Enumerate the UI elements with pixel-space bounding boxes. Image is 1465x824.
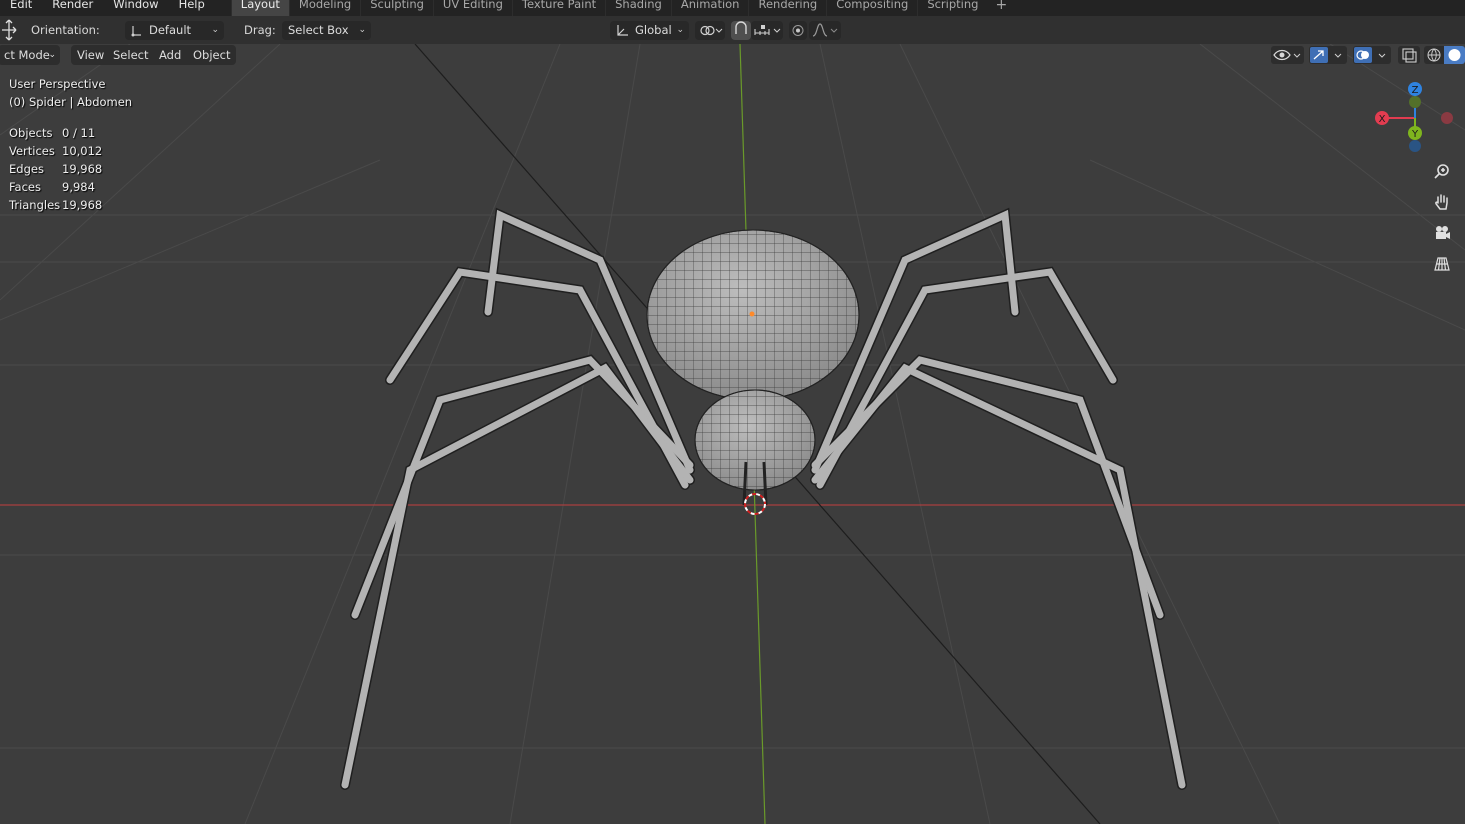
tab-uv-editing[interactable]: UV Editing [432, 0, 512, 16]
stat-row-vertices: Vertices 10,012 [9, 142, 102, 160]
active-object-label: (0) Spider | Abdomen [9, 95, 133, 109]
tab-rendering[interactable]: Rendering [748, 0, 826, 16]
transform-tool-icon[interactable] [1, 19, 19, 41]
stat-label: Edges [9, 162, 44, 176]
snap-toggle[interactable] [731, 21, 751, 40]
camera-view-button[interactable] [1430, 221, 1454, 245]
gizmo-neg-z[interactable] [1409, 140, 1421, 152]
navigation-gizmo[interactable]: X Z Y [1365, 80, 1465, 160]
visibility-dropdown[interactable] [1271, 46, 1304, 64]
eye-icon [1273, 49, 1301, 61]
wireframe-icon[interactable] [1424, 46, 1444, 64]
stat-row-edges: Edges 19,968 [9, 160, 102, 178]
stat-label: Triangles [9, 198, 61, 212]
menu-object[interactable]: Object [187, 45, 237, 65]
chevron-down-icon: ⌄ [211, 25, 219, 35]
stat-value: 9,984 [62, 180, 95, 194]
drag-value: Select Box [288, 23, 349, 37]
orientation-icon [131, 26, 141, 37]
add-workspace-button[interactable]: + [987, 0, 1015, 16]
tab-animation[interactable]: Animation [670, 0, 749, 16]
global-axes-icon [617, 25, 628, 36]
transform-space-value: Global [635, 23, 672, 37]
gizmo-icon [1310, 47, 1342, 63]
tab-texture-paint[interactable]: Texture Paint [511, 0, 605, 16]
stat-label: Objects [9, 126, 53, 140]
stat-value: 0 / 11 [62, 126, 96, 140]
proportional-edit-icon [792, 25, 804, 36]
menu-edit[interactable]: Edit [0, 0, 42, 12]
stat-value: 19,968 [62, 162, 103, 176]
workspace-tabs: Layout Modeling Sculpting UV Editing Tex… [230, 0, 1015, 16]
view-perspective-label: User Perspective [9, 77, 106, 91]
overlays-icon [1354, 47, 1386, 63]
tab-scripting[interactable]: Scripting [917, 0, 987, 16]
zoom-icon [1434, 164, 1449, 179]
chevron-down-icon: ⌄ [48, 50, 56, 60]
stat-label: Faces [9, 180, 41, 194]
menu-help[interactable]: Help [169, 0, 215, 12]
object-origin [749, 311, 755, 317]
stat-value: 10,012 [62, 144, 103, 158]
stat-value: 19,968 [62, 198, 103, 212]
tab-shading[interactable]: Shading [605, 0, 671, 16]
shading-mode-group[interactable] [1424, 46, 1465, 64]
xray-icon [1402, 48, 1417, 63]
menu-render[interactable]: Render [42, 0, 103, 12]
tab-layout[interactable]: Layout [230, 0, 289, 16]
pivot-point-dropdown[interactable] [695, 21, 725, 40]
orientation-value: Default [149, 23, 192, 37]
chevron-down-icon: ⌄ [676, 25, 684, 35]
stat-row-faces: Faces 9,984 [9, 178, 102, 196]
drag-label: Drag: [244, 23, 276, 37]
proportional-edit-toggle[interactable] [789, 21, 807, 40]
menu-add[interactable]: Add [153, 45, 188, 65]
pivot-icon [700, 25, 723, 36]
drag-dropdown[interactable]: Select Box ⌄ [282, 21, 371, 40]
gizmo-neg-y[interactable] [1409, 96, 1421, 108]
orientation-dropdown[interactable]: Default ⌄ [125, 21, 224, 40]
tab-compositing[interactable]: Compositing [826, 0, 917, 16]
menu-select[interactable]: Select [107, 45, 155, 65]
falloff-curve-icon [812, 23, 838, 37]
mode-dropdown[interactable]: ct Mode ⌄ [0, 45, 60, 65]
tool-settings-header: Orientation: Default ⌄ Drag: Select Box … [0, 16, 1465, 44]
gizmo-y-label: Y [1411, 129, 1419, 140]
stat-label: Vertices [9, 144, 55, 158]
gizmo-toggle[interactable] [1309, 46, 1347, 64]
top-menu-bar: Edit Render Window Help Layout Modeling … [0, 0, 1465, 16]
pan-button[interactable] [1430, 190, 1454, 214]
scene-statistics: Objects 0 / 11 Vertices 10,012 Edges 19,968… [9, 124, 102, 214]
proportional-falloff-dropdown[interactable] [809, 21, 841, 40]
grid-ortho-icon [1434, 257, 1450, 271]
solid-sphere-icon [1448, 49, 1461, 61]
tab-modeling[interactable]: Modeling [288, 0, 360, 16]
overlays-toggle[interactable] [1353, 46, 1391, 64]
snap-target-dropdown[interactable] [751, 21, 783, 40]
tab-sculpting[interactable]: Sculpting [360, 0, 433, 16]
snap-increment-icon [754, 25, 781, 35]
viewport-3d[interactable] [0, 44, 1465, 824]
chevron-down-icon: ⌄ [358, 25, 366, 35]
viewport-header: ct Mode ⌄ View Select Add Object [0, 44, 1465, 66]
mode-value: ct Mode [4, 48, 50, 62]
transform-orientation-dropdown[interactable]: Global ⌄ [610, 21, 689, 40]
gizmo-x-label: X [1379, 114, 1386, 125]
stat-row-triangles: Triangles 19,968 [9, 196, 102, 214]
solid-shading-button[interactable] [1444, 46, 1465, 64]
stat-row-objects: Objects 0 / 11 [9, 124, 102, 142]
magnet-icon [735, 21, 747, 34]
menu-window[interactable]: Window [103, 0, 168, 12]
orientation-label: Orientation: [31, 23, 100, 37]
gizmo-z-label: Z [1412, 85, 1419, 96]
gizmo-neg-x[interactable] [1441, 112, 1453, 124]
zoom-button[interactable] [1430, 160, 1454, 184]
xray-toggle[interactable] [1398, 46, 1420, 64]
ortho-toggle-button[interactable] [1430, 252, 1454, 276]
hand-pan-icon [1435, 194, 1448, 210]
menu-view[interactable]: View [71, 45, 111, 65]
camera-icon [1436, 226, 1450, 239]
